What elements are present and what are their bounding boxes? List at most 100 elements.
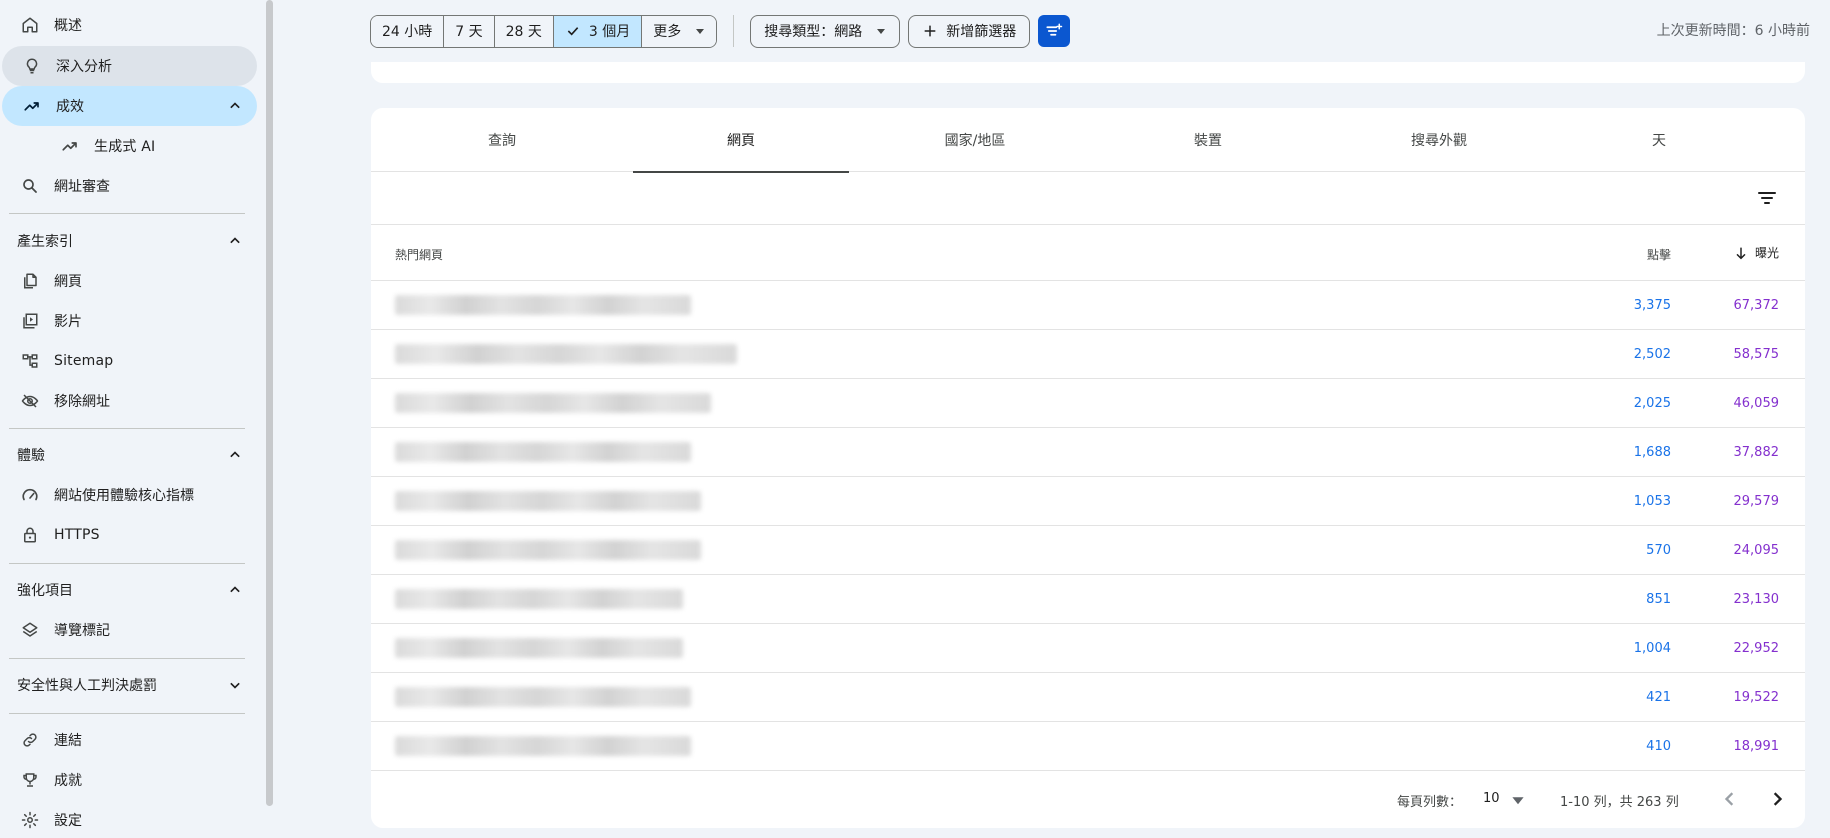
sitemap-icon [20,351,40,371]
clicks-value: 421 [1646,690,1671,705]
tab-devices[interactable]: 裝置 [1101,108,1315,172]
sidebar-divider [9,658,245,659]
redacted-url[interactable] [395,687,691,707]
column-header-clicks[interactable]: 點擊 [1647,246,1671,263]
tab-dates[interactable]: 天 [1563,108,1755,172]
column-header-impressions[interactable]: 曝光 [1733,244,1779,261]
table-row[interactable]: 570 24,095 [371,526,1805,575]
add-filter-button[interactable]: 新增篩選器 [908,14,1031,48]
filter-list-icon[interactable] [1755,186,1779,210]
chevron-right-icon[interactable] [1763,785,1791,813]
sidebar-item-achievements[interactable]: 成就 [0,760,257,800]
range-3m-button[interactable]: 3 個月 [553,15,643,47]
search-icon [20,176,40,196]
sidebar-item-https[interactable]: HTTPS [0,515,257,555]
impressions-value: 46,059 [1733,396,1780,411]
dimension-table-card: 查詢 網頁 國家/地區 裝置 搜尋外觀 天 熱門網頁 點擊 曝光 3,375 6… [371,108,1805,828]
lock-icon [20,525,40,545]
sidebar-item-settings[interactable]: 設定 [0,800,257,838]
rows-per-page-select[interactable]: 10 [1483,791,1500,806]
sidebar-item-overview[interactable]: 概述 [0,5,257,45]
redacted-url[interactable] [395,442,691,462]
redacted-url[interactable] [395,589,683,609]
section-header-enhancements[interactable]: 強化項目 [0,570,257,610]
trophy-icon [20,770,40,790]
chevron-up-icon[interactable] [225,445,245,465]
search-type-chip[interactable]: 搜尋類型：網路 [750,14,901,48]
section-header-security[interactable]: 安全性與人工判決處罰 [0,665,257,705]
tab-label: 國家/地區 [944,133,1006,149]
sidebar-item-sitemaps[interactable]: Sitemap [0,341,257,381]
table-row[interactable]: 3,375 67,372 [371,281,1805,330]
dropdown-arrow-icon[interactable] [1511,793,1525,807]
table-row[interactable]: 421 19,522 [371,673,1805,722]
sidebar-item-label: Sitemap [54,353,114,369]
sidebar-item-url-inspection[interactable]: 網址審查 [0,166,257,206]
chevron-left-icon[interactable] [1716,785,1744,813]
section-label: 安全性與人工判決處罰 [17,678,157,694]
filter-settings-button[interactable] [1038,15,1071,47]
sidebar-scrollbar[interactable] [266,0,273,806]
chevron-down-icon[interactable] [225,675,245,695]
last-updated-text: 上次更新時間：6 小時前 [1656,23,1810,39]
tab-pages[interactable]: 網頁 [633,108,849,173]
sidebar-divider [9,563,245,564]
more-label: 更多 [653,24,682,40]
sidebar-item-label: 導覽標記 [54,623,110,639]
sidebar-item-insights[interactable]: 深入分析 [2,46,257,86]
table-row[interactable]: 851 23,130 [371,575,1805,624]
impressions-value: 67,372 [1733,298,1780,313]
sidebar-item-label: 深入分析 [56,59,112,75]
redacted-url[interactable] [395,638,683,658]
sidebar-item-breadcrumbs[interactable]: 導覽標記 [0,610,257,650]
redacted-url[interactable] [395,736,691,756]
chevron-up-icon[interactable] [225,231,245,251]
chevron-up-icon[interactable] [225,96,245,116]
chevron-up-icon[interactable] [225,580,245,600]
table-row[interactable]: 2,502 58,575 [371,330,1805,379]
file-copy-icon [20,271,40,291]
table-row[interactable]: 1,053 29,579 [371,477,1805,526]
redacted-url[interactable] [395,344,737,364]
range-label: 3 個月 [588,24,631,40]
table-row[interactable]: 2,025 46,059 [371,379,1805,428]
sidebar-item-gen-ai[interactable]: 生成式 AI [0,126,257,166]
sidebar-item-removals[interactable]: 移除網址 [0,381,257,421]
section-header-experience[interactable]: 體驗 [0,435,257,475]
clicks-value: 1,688 [1633,445,1671,460]
sidebar-item-core-web-vitals[interactable]: 網站使用體驗核心指標 [0,475,257,515]
range-more-button[interactable]: 更多 [642,15,717,47]
page-range-text: 1-10 列，共 263 列 [1560,795,1679,810]
trending-up-icon [22,96,42,116]
sidebar-item-links[interactable]: 連結 [0,720,257,760]
tab-countries[interactable]: 國家/地區 [849,108,1101,172]
redacted-url[interactable] [395,491,701,511]
table-row[interactable]: 1,688 37,882 [371,428,1805,477]
tab-search-appearance[interactable]: 搜尋外觀 [1315,108,1563,172]
range-7d-button[interactable]: 7 天 [444,15,495,47]
section-header-indexing[interactable]: 產生索引 [0,221,257,261]
tab-queries[interactable]: 查詢 [371,108,633,172]
table-row[interactable]: 410 18,991 [371,722,1805,771]
arrow-down-icon [1736,247,1746,259]
table-row[interactable]: 1,004 22,952 [371,624,1805,673]
sidebar-item-pages[interactable]: 網頁 [0,261,257,301]
sidebar-item-label: 設定 [54,813,82,829]
redacted-url[interactable] [395,295,691,315]
sidebar-item-label: 成就 [54,773,82,789]
range-28d-button[interactable]: 28 天 [494,15,554,47]
sidebar-item-label: HTTPS [54,527,100,543]
column-header-page[interactable]: 熱門網頁 [395,246,443,263]
sidebar-item-label: 成效 [56,99,84,115]
redacted-url[interactable] [395,540,701,560]
impressions-value: 24,095 [1733,543,1780,558]
dropdown-arrow-icon [877,29,886,34]
redacted-url[interactable] [395,393,711,413]
sidebar-item-performance[interactable]: 成效 [2,86,257,126]
range-24h-button[interactable]: 24 小時 [371,15,445,47]
impressions-value: 58,575 [1733,347,1780,362]
sidebar-item-label: 連結 [54,733,82,749]
sidebar-item-videos[interactable]: 影片 [0,301,257,341]
section-label: 產生索引 [17,234,73,250]
clicks-value: 1,053 [1633,494,1671,509]
